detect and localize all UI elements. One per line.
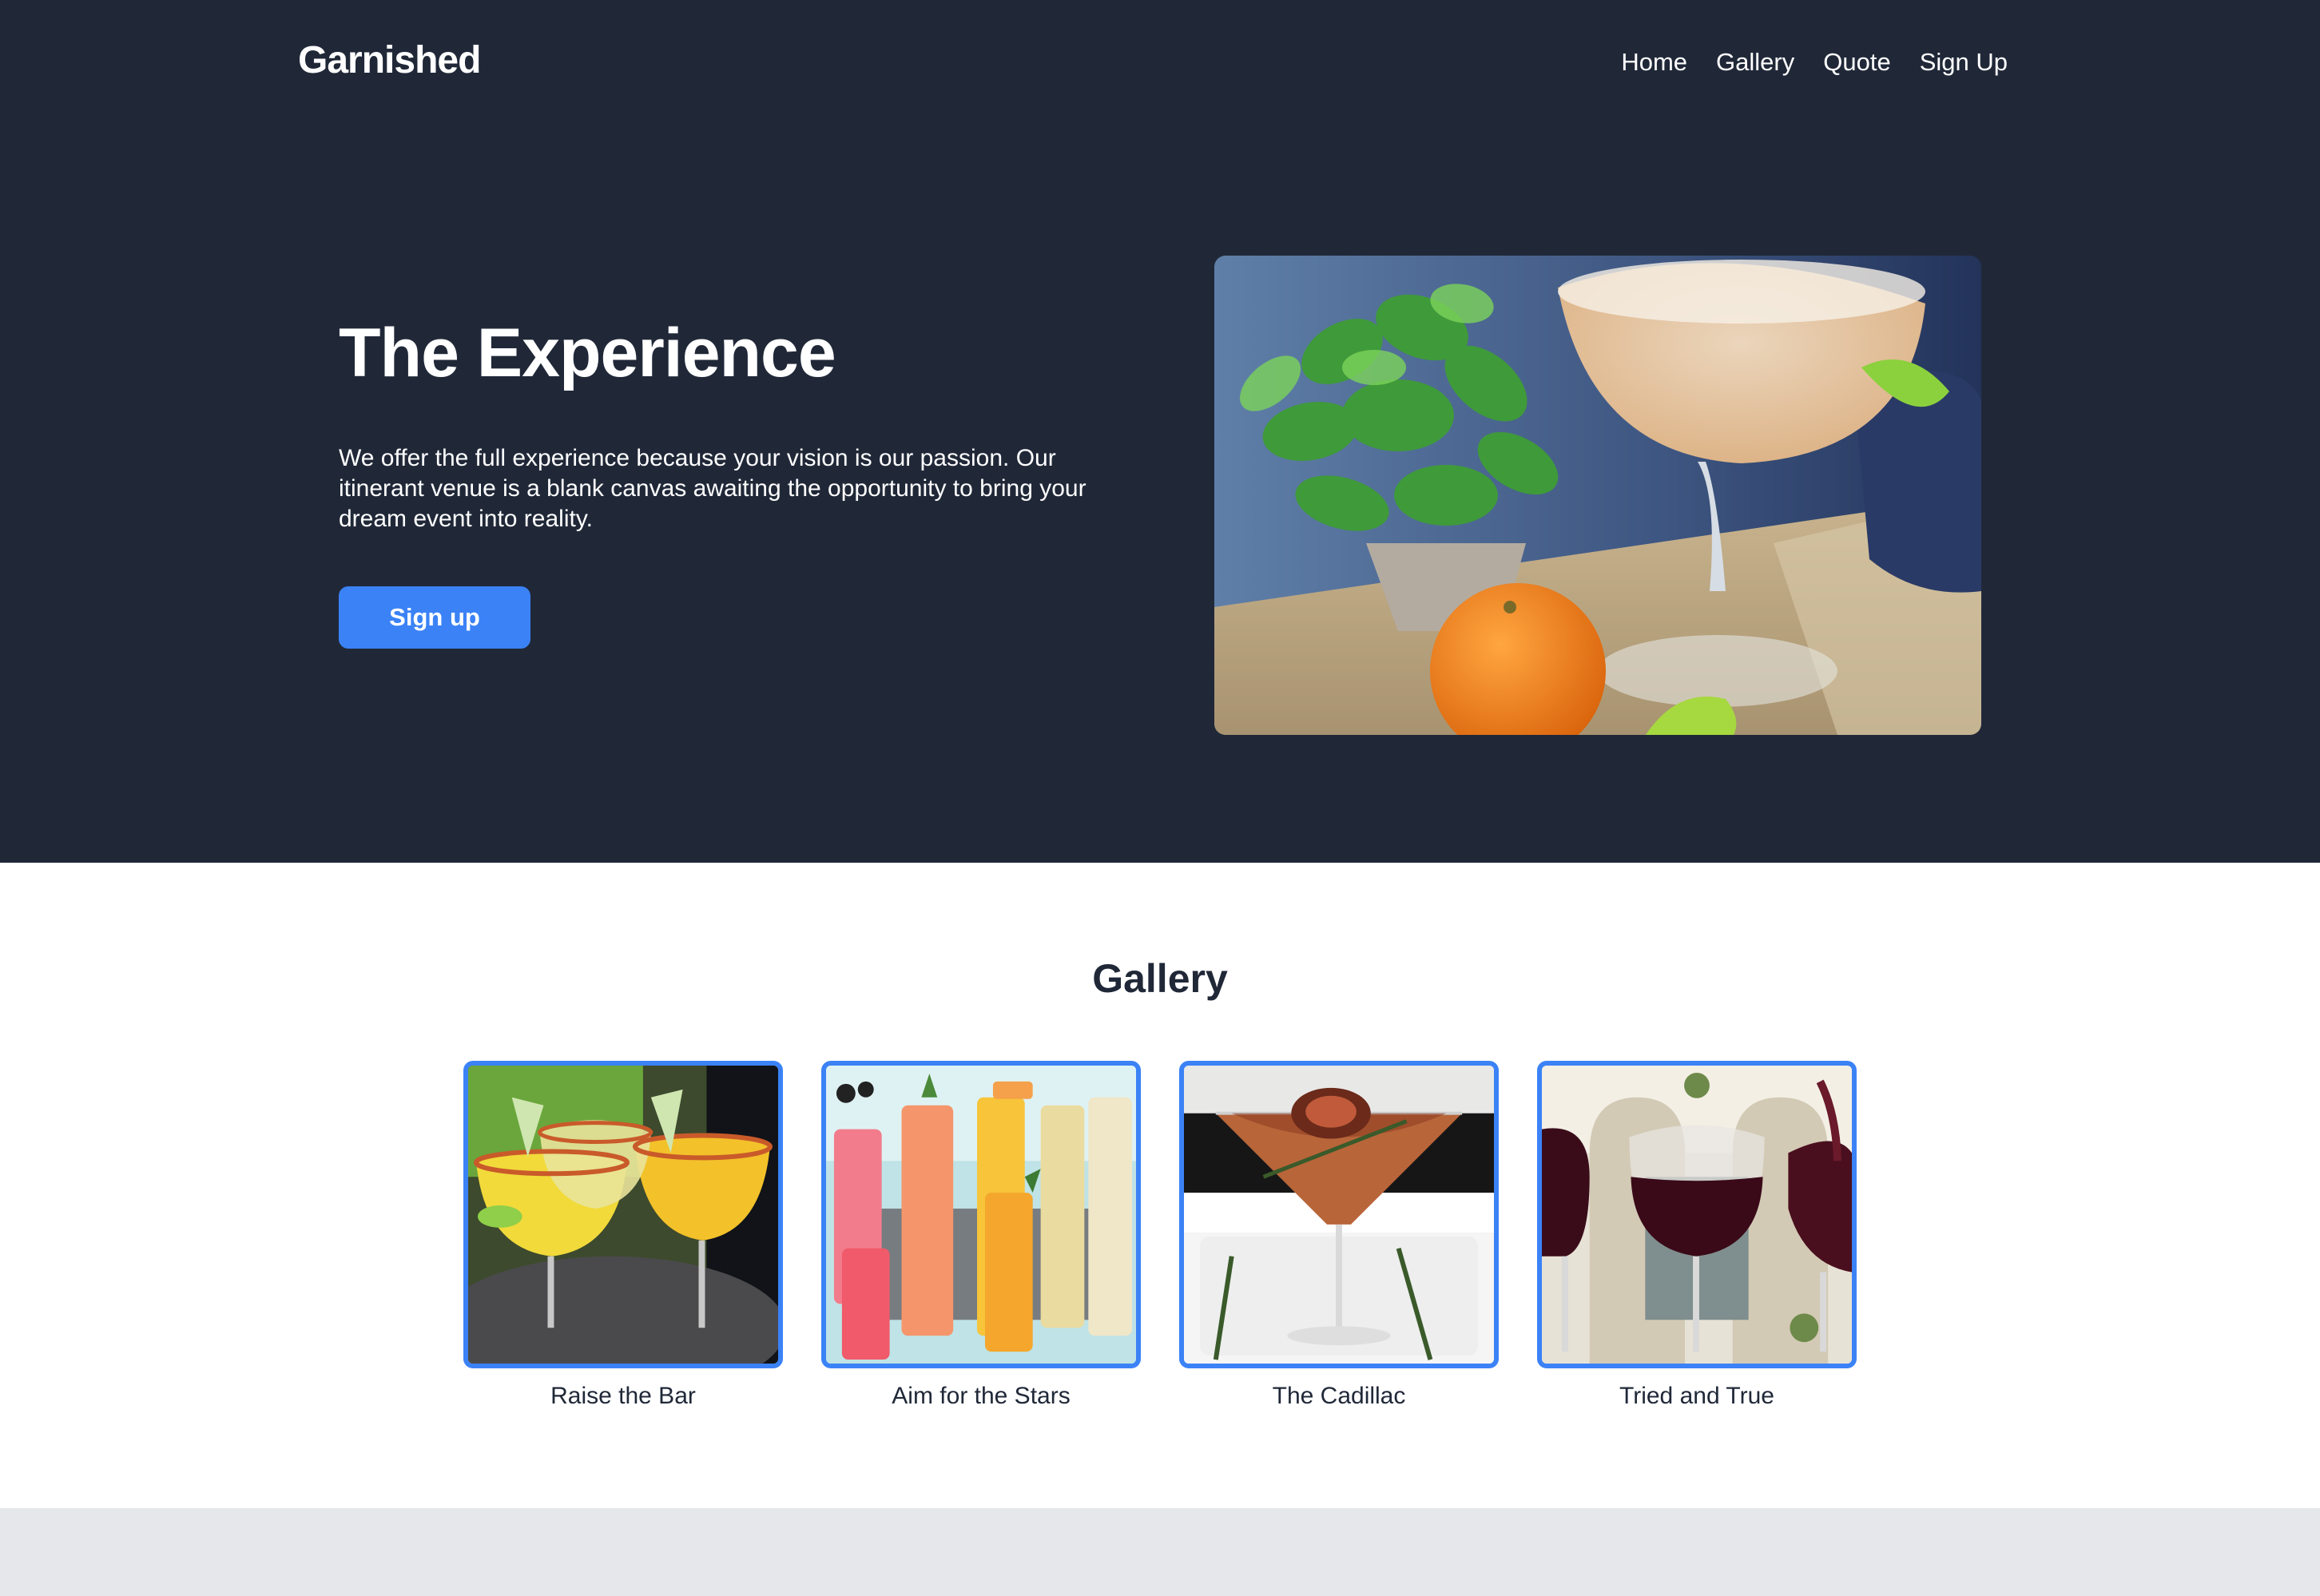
gallery-card-label: Raise the Bar — [550, 1383, 696, 1409]
red-wine-glasses-photo-icon — [1542, 1066, 1852, 1364]
gallery-card[interactable]: The Cadillac — [1179, 1061, 1499, 1410]
gallery-grid: Raise the Bar Aim for the Stars The Cadi… — [463, 1061, 1857, 1410]
main-nav: Home Gallery Quote Sign Up — [1621, 48, 2008, 77]
hero-section: Garnished Home Gallery Quote Sign Up The… — [0, 0, 2320, 863]
gallery-card[interactable]: Aim for the Stars — [821, 1061, 1141, 1410]
gallery-card-label: Aim for the Stars — [892, 1383, 1071, 1409]
gallery-card-image[interactable] — [1179, 1061, 1499, 1368]
nav-quote[interactable]: Quote — [1823, 48, 1890, 77]
hero-description: We offer the full experience because you… — [339, 445, 1087, 532]
nav-sign-up[interactable]: Sign Up — [1920, 48, 2008, 77]
sign-up-button[interactable]: Sign up — [339, 586, 530, 649]
nav-gallery[interactable]: Gallery — [1716, 48, 1794, 77]
gallery-title: Gallery — [1092, 956, 1228, 1001]
gallery-card-image[interactable] — [463, 1061, 783, 1368]
gallery-card-label: Tried and True — [1619, 1383, 1774, 1409]
hero-title: The Experience — [339, 315, 836, 391]
colorful-cocktails-photo-icon — [826, 1066, 1136, 1364]
gallery-card-label: The Cadillac — [1272, 1383, 1406, 1409]
gallery-card[interactable]: Raise the Bar — [463, 1061, 783, 1410]
gallery-card-image[interactable] — [1537, 1061, 1857, 1368]
martini-fig-photo-icon — [1184, 1066, 1494, 1364]
gallery-card[interactable]: Tried and True — [1537, 1061, 1857, 1410]
hero-image — [1214, 256, 1981, 735]
nav-home[interactable]: Home — [1621, 48, 1687, 77]
brand-logo[interactable]: Garnished — [298, 38, 481, 82]
footer — [0, 1508, 2320, 1596]
margarita-glasses-photo-icon — [468, 1066, 778, 1364]
gallery-card-image[interactable] — [821, 1061, 1141, 1368]
margarita-photo-icon — [1214, 256, 1981, 735]
